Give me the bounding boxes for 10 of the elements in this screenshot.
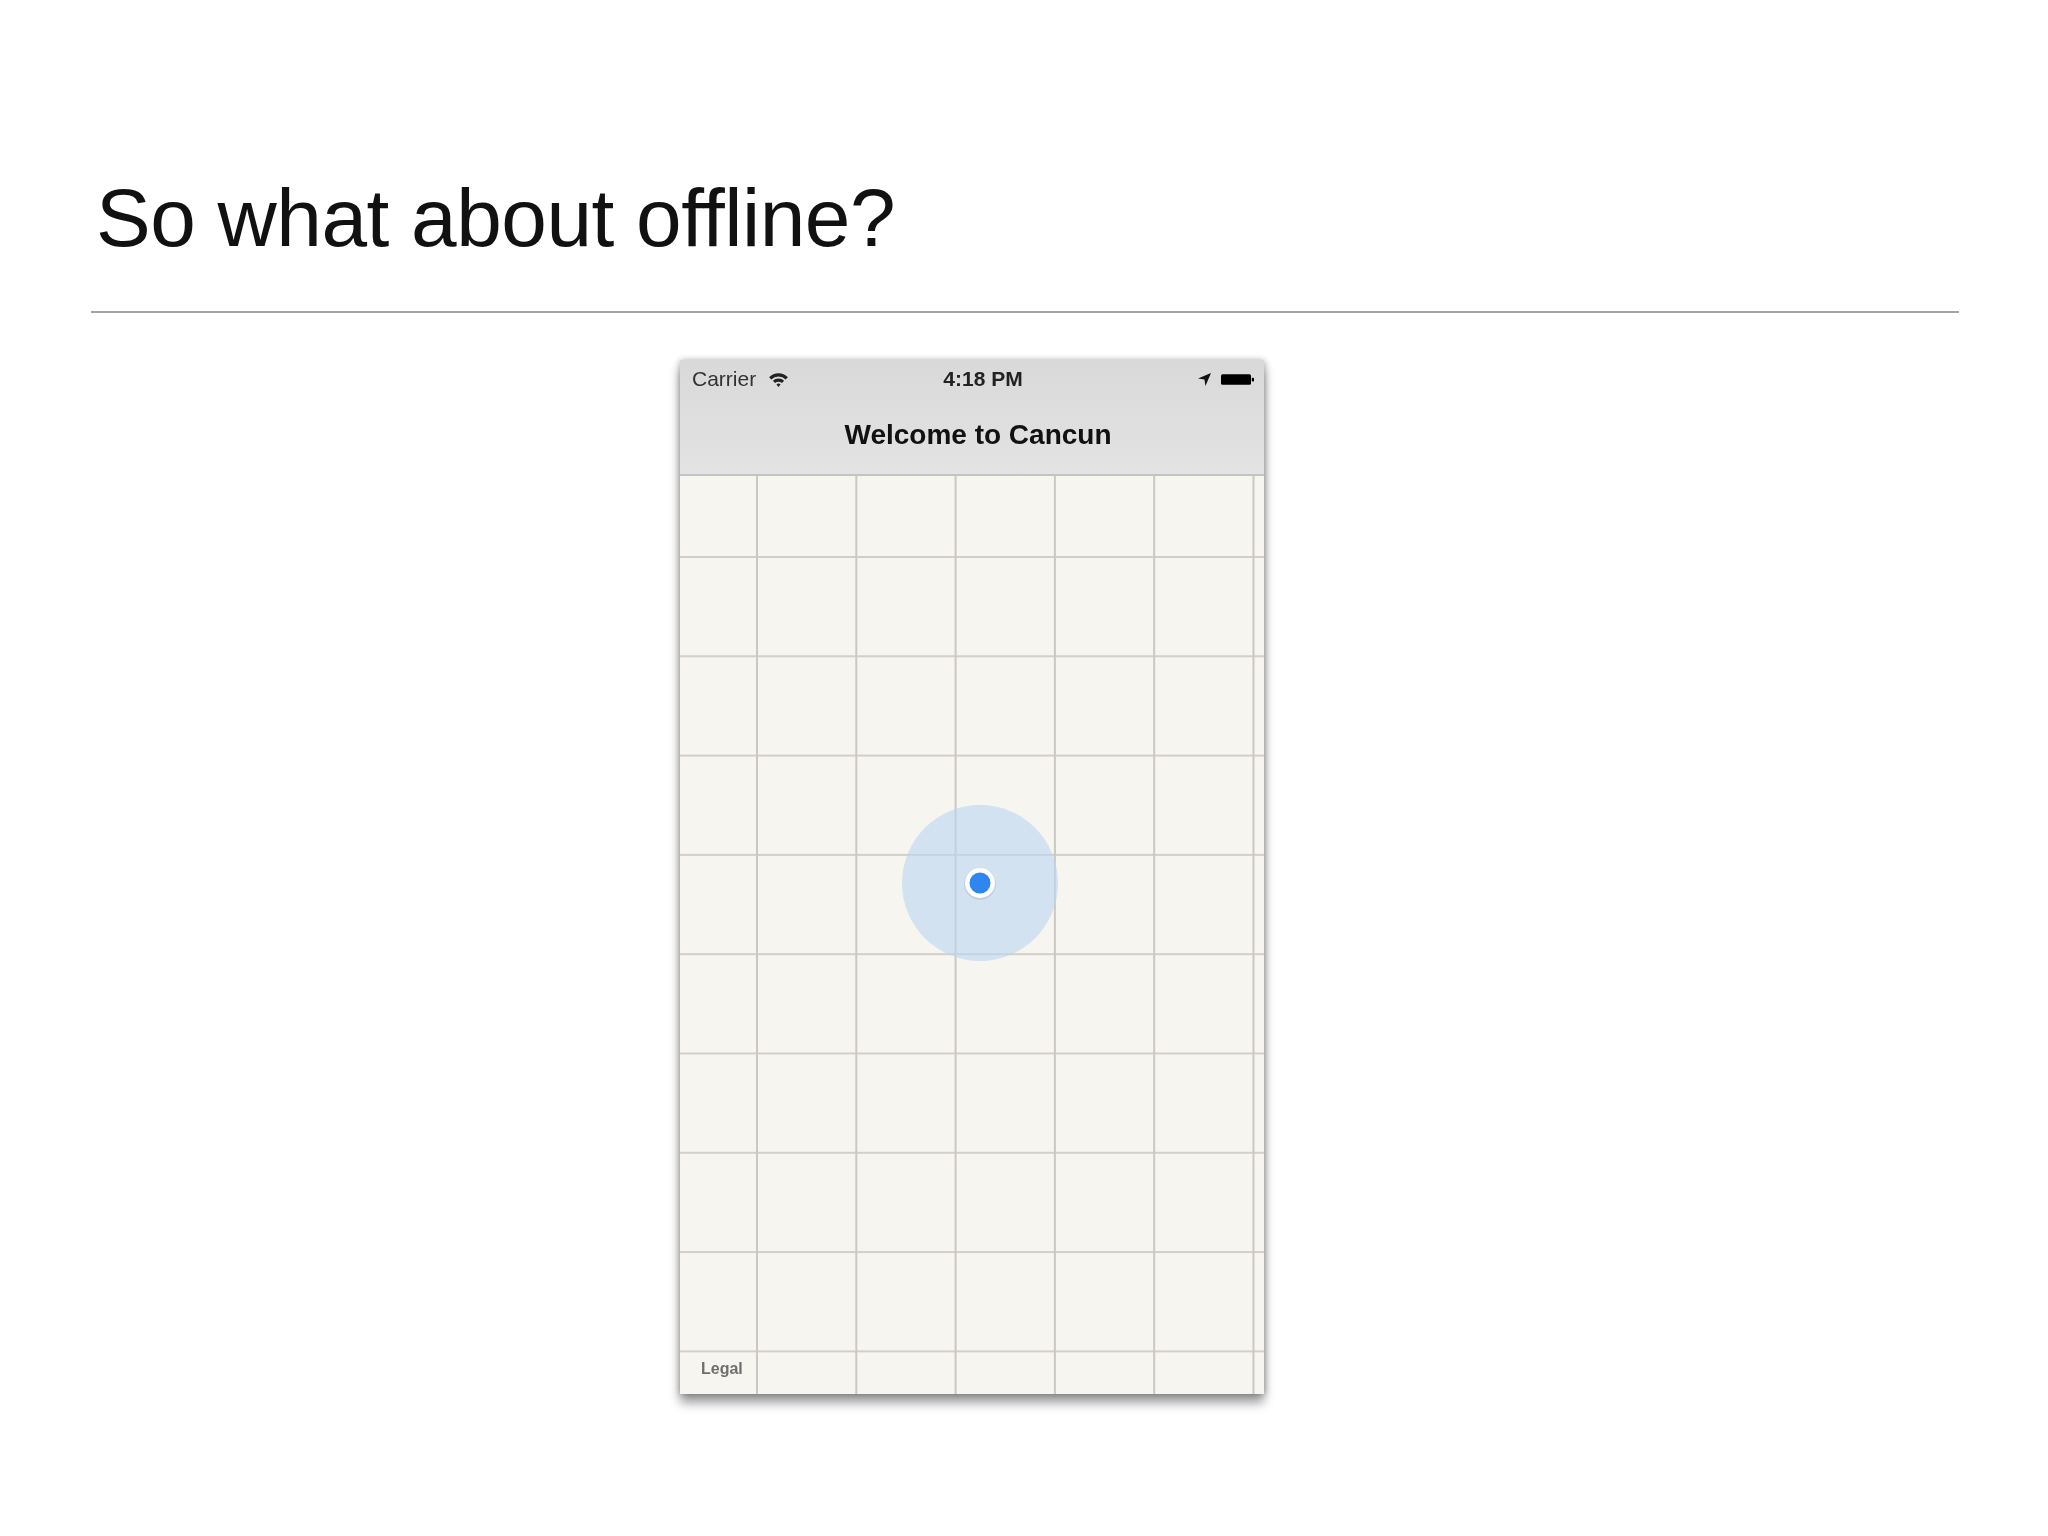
status-time: 4:18 PM (943, 367, 1023, 392)
location-arrow-icon (1198, 372, 1211, 386)
navigation-title: Welcome to Cancun (844, 419, 1112, 452)
wifi-icon (768, 371, 790, 387)
map-view[interactable]: Legal (680, 476, 1264, 1395)
battery-icon (1221, 373, 1254, 385)
legal-link[interactable]: Legal (701, 1360, 743, 1379)
carrier-name: Carrier (692, 367, 757, 392)
location-marker-icon (902, 805, 1058, 962)
slide-title: So what about offline? (96, 175, 895, 262)
